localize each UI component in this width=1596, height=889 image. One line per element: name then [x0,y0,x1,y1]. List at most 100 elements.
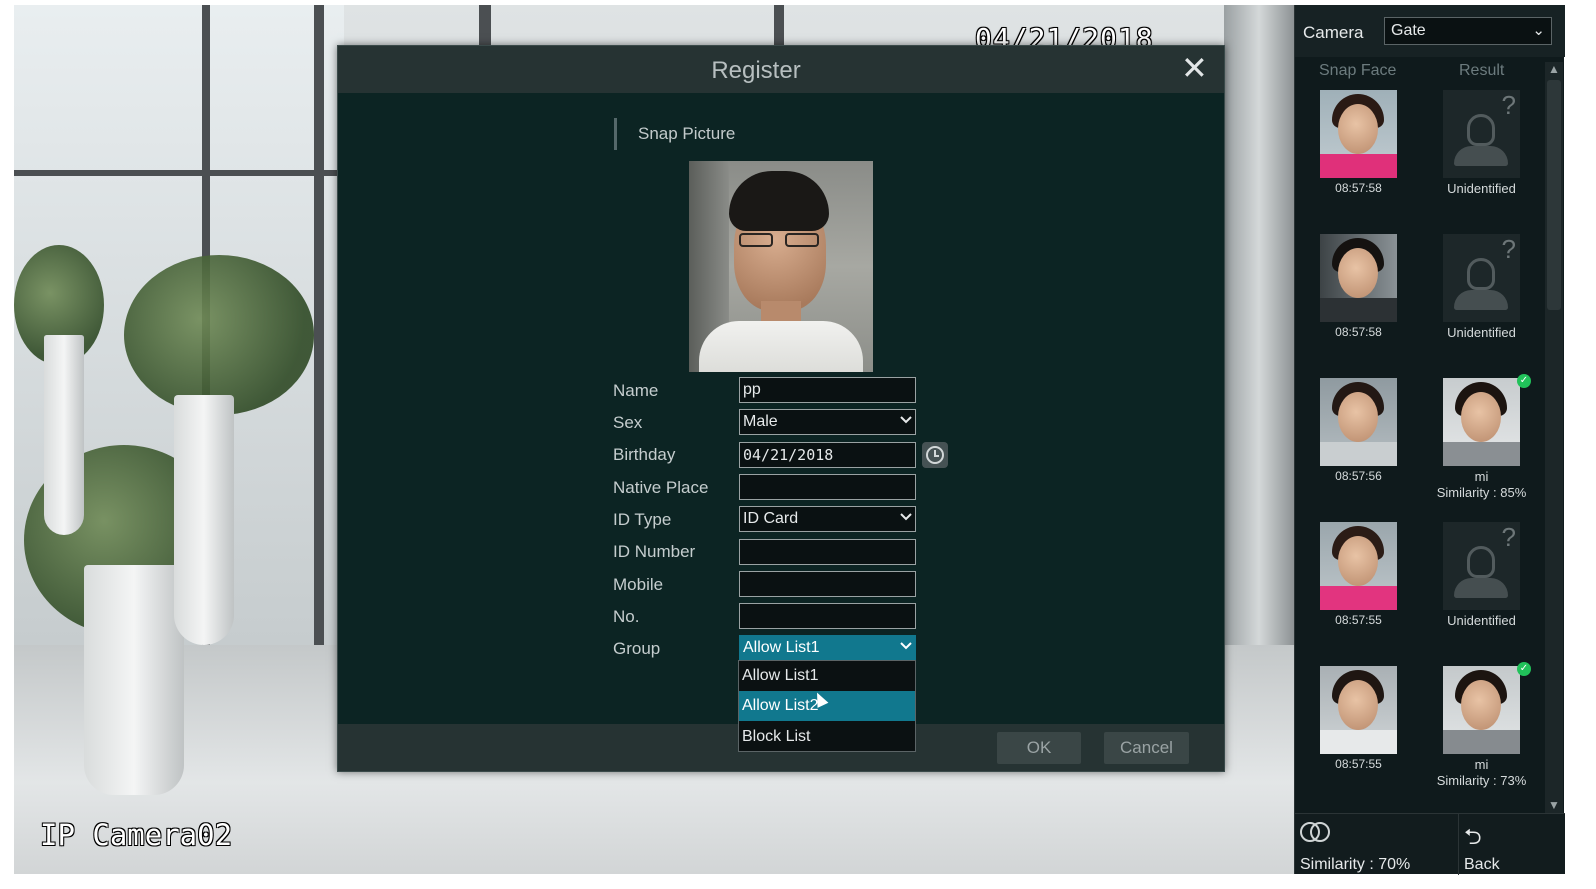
snap-time: 08:57:55 [1335,757,1382,771]
result-text: Unidentified [1423,613,1540,629]
id-type-value: ID Card [743,510,799,527]
similarity-threshold[interactable]: Similarity : 70% [1300,856,1410,874]
native-place-input[interactable] [739,474,916,500]
snap-picture-section: Snap Picture [614,118,735,150]
ok-button[interactable]: OK [997,732,1081,764]
result-name: mi [1474,469,1489,484]
cancel-button[interactable]: Cancel [1104,732,1189,764]
native-place-label: Native Place [613,478,709,497]
sidebar-header: Camera Gate ⌄ [1295,5,1565,57]
sidebar-scrollbar[interactable]: ▲ ▼ [1545,62,1563,814]
no-input[interactable] [739,603,916,629]
id-number-input[interactable] [739,539,916,565]
back-button[interactable]: Back [1464,856,1500,874]
scene-frame [14,170,344,176]
result-similarity: Similarity : 73% [1436,773,1527,788]
birthday-value: 04/21/2018 [743,446,834,464]
dialog-title: Register [711,57,801,84]
snap-face-thumbnail[interactable] [1320,666,1397,754]
result-text: Unidentified [1423,325,1540,341]
mobile-label: Mobile [613,575,664,594]
snap-row[interactable]: ? 08:57:58 Unidentified [1295,229,1543,373]
sex-label: Sex [613,413,643,432]
result-text: mi Similarity : 73% [1423,757,1540,789]
snap-list[interactable]: ? 08:57:58 Unidentified ? 08:57:58 Unide… [1295,85,1543,815]
id-type-select[interactable]: ID Card [739,506,916,532]
scene-pot [174,395,234,645]
group-option-allow-list2[interactable]: Allow List2 [739,691,915,721]
unidentified-avatar-icon: ? [1443,90,1520,178]
snap-time: 08:57:58 [1335,325,1382,339]
chevron-down-icon [900,642,912,650]
camera-label: Camera [1303,23,1364,42]
match-check-icon: ✓ [1517,662,1531,676]
group-value: Allow List1 [743,639,820,656]
name-input[interactable]: pp [739,377,916,403]
birthday-input[interactable]: 04/21/2018 [739,442,916,468]
camera-select-value: Gate [1391,22,1426,39]
unidentified-avatar-icon: ? [1443,522,1520,610]
osd-camera-name: IP Camera02 [40,818,233,852]
chevron-down-icon [900,416,912,424]
scroll-up-icon[interactable]: ▲ [1545,62,1563,78]
scroll-down-icon[interactable]: ▼ [1545,798,1563,814]
name-value: pp [743,381,761,398]
clock-icon[interactable] [922,442,948,468]
result-text: mi Similarity : 85% [1423,469,1540,501]
matched-face-thumbnail[interactable] [1443,666,1520,754]
snap-time: 08:57:58 [1335,181,1382,195]
result-name: mi [1474,757,1489,772]
camera-select[interactable]: Gate ⌄ [1384,17,1552,45]
unidentified-avatar-icon: ? [1443,234,1520,322]
scene-plant [124,255,314,415]
group-option-block-list[interactable]: Block List [739,722,915,752]
snap-face-thumbnail[interactable] [1320,234,1397,322]
snap-time: 08:57:56 [1335,469,1382,483]
result-text: Unidentified [1423,181,1540,197]
close-icon[interactable]: ✕ [1181,52,1208,84]
sidebar-footer: Similarity : 70% ⮌ Back [1295,813,1565,875]
chevron-down-icon [900,513,912,521]
group-option-allow-list1[interactable]: Allow List1 [739,661,915,691]
group-dropdown-list: Allow List1 Allow List2 Block List [738,660,916,752]
snap-row[interactable]: ? 08:57:55 Unidentified [1295,517,1543,661]
column-header-snap-face: Snap Face [1319,62,1397,79]
id-type-label: ID Type [613,510,672,529]
snap-face-thumbnail[interactable] [1320,90,1397,178]
snap-row[interactable]: ✓ 08:57:55 mi Similarity : 73% [1295,661,1543,805]
snap-row[interactable]: ? 08:57:58 Unidentified [1295,85,1543,229]
result-similarity: Similarity : 85% [1436,485,1527,500]
scene-frame [479,5,491,45]
group-select[interactable]: Allow List1 [739,635,916,661]
mobile-input[interactable] [739,571,916,597]
back-arrow-icon[interactable]: ⮌ [1464,820,1482,858]
chevron-down-icon: ⌄ [1532,22,1545,39]
face-match-sidebar: Camera Gate ⌄ Snap Face Result ? 08:57:5… [1294,5,1565,875]
similarity-icon[interactable] [1300,822,1332,842]
dialog-title-bar[interactable]: Register ✕ [338,46,1224,93]
no-label: No. [613,607,640,626]
snap-time: 08:57:55 [1335,613,1382,627]
matched-face-thumbnail[interactable] [1443,378,1520,466]
sex-value: Male [743,413,778,430]
name-label: Name [613,381,659,400]
snap-picture-heading: Snap Picture [638,124,736,143]
birthday-label: Birthday [613,445,676,464]
scrollbar-thumb[interactable] [1547,80,1561,310]
column-header-result: Result [1459,62,1505,79]
scene-pot [84,565,184,795]
footer-divider [1458,814,1459,875]
result-name: Unidentified [1447,613,1516,628]
result-name: Unidentified [1447,181,1516,196]
result-name: Unidentified [1447,325,1516,340]
scene-frame [774,5,784,45]
group-label: Group [613,639,661,658]
snap-face-thumbnail[interactable] [1320,378,1397,466]
sex-select[interactable]: Male [739,409,916,435]
snap-picture-photo [689,161,873,372]
snap-row[interactable]: ✓ 08:57:56 mi Similarity : 85% [1295,373,1543,517]
match-check-icon: ✓ [1517,374,1531,388]
scene-pot [44,335,84,535]
id-number-label: ID Number [613,542,696,561]
snap-face-thumbnail[interactable] [1320,522,1397,610]
